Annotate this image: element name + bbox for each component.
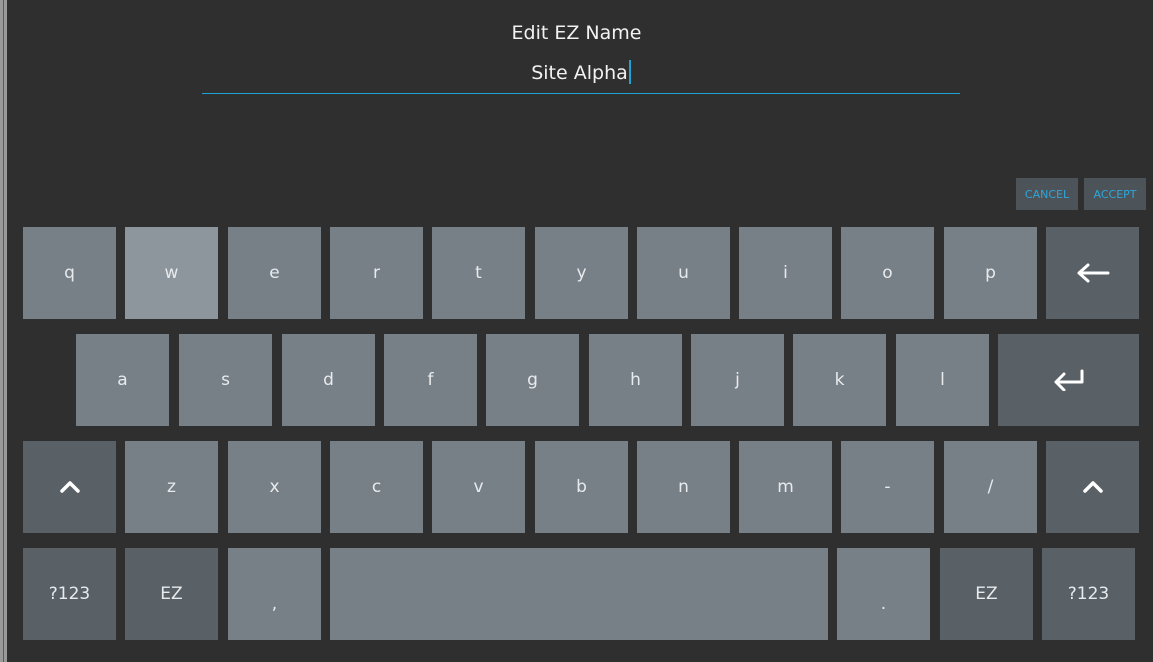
key-label: l: [940, 370, 945, 390]
key-label: s: [221, 370, 230, 390]
key-label: o: [882, 263, 893, 283]
key-label: .: [880, 594, 887, 614]
ez-key-left[interactable]: EZ: [125, 548, 218, 640]
key-label: e: [269, 263, 280, 283]
key-a[interactable]: a: [76, 334, 169, 426]
key-label: k: [834, 370, 845, 390]
text-caret: [628, 60, 631, 84]
key-label: v: [473, 477, 484, 497]
ez-key-right[interactable]: EZ: [940, 548, 1033, 640]
key-label: g: [527, 370, 538, 390]
shift-key-left[interactable]: [23, 441, 116, 533]
key-l[interactable]: l: [896, 334, 989, 426]
name-input-value: Site Alpha: [531, 62, 628, 84]
symbols-key-right[interactable]: ?123: [1042, 548, 1135, 640]
key-label: t: [475, 263, 482, 283]
key-label: n: [678, 477, 689, 497]
backspace-key[interactable]: [1046, 227, 1139, 319]
key-e[interactable]: e: [228, 227, 321, 319]
key-label: a: [117, 370, 128, 390]
key-n[interactable]: n: [637, 441, 730, 533]
key-label: r: [373, 263, 380, 283]
key-i[interactable]: i: [739, 227, 832, 319]
key-label: ,: [271, 594, 278, 614]
key-d[interactable]: d: [282, 334, 375, 426]
key-m[interactable]: m: [739, 441, 832, 533]
key-label: d: [323, 370, 334, 390]
shift-chevron-up-icon: [59, 480, 81, 494]
name-input-field[interactable]: Site Alpha: [202, 55, 960, 94]
key-label: j: [735, 370, 740, 390]
key-label: c: [371, 477, 382, 497]
key-label: q: [64, 263, 75, 283]
accept-button[interactable]: ACCEPT: [1084, 178, 1146, 210]
key-t[interactable]: t: [432, 227, 525, 319]
key-label: EZ: [975, 584, 998, 604]
key-j[interactable]: j: [691, 334, 784, 426]
spacebar[interactable]: [330, 548, 828, 640]
key-x[interactable]: x: [228, 441, 321, 533]
key-q[interactable]: q: [23, 227, 116, 319]
key-label: EZ: [160, 584, 183, 604]
key-b[interactable]: b: [535, 441, 628, 533]
key-o[interactable]: o: [841, 227, 934, 319]
key-u[interactable]: u: [637, 227, 730, 319]
shift-chevron-up-icon: [1082, 480, 1104, 494]
key-label: p: [985, 263, 996, 283]
key-f[interactable]: f: [384, 334, 477, 426]
key-c[interactable]: c: [330, 441, 423, 533]
key-p[interactable]: p: [944, 227, 1037, 319]
key-label: /: [987, 477, 994, 497]
key-k[interactable]: k: [793, 334, 886, 426]
shift-key-right[interactable]: [1046, 441, 1139, 533]
dialog-title: Edit EZ Name: [511, 22, 642, 44]
key-comma[interactable]: ,: [228, 548, 321, 640]
key-hyphen[interactable]: -: [841, 441, 934, 533]
key-label: f: [427, 370, 434, 390]
key-s[interactable]: s: [179, 334, 272, 426]
key-v[interactable]: v: [432, 441, 525, 533]
key-label: u: [678, 263, 689, 283]
enter-key[interactable]: [998, 334, 1139, 426]
key-label: m: [777, 477, 794, 497]
key-label: z: [167, 477, 176, 497]
key-period[interactable]: .: [837, 548, 930, 640]
key-label: b: [576, 477, 587, 497]
key-h[interactable]: h: [589, 334, 682, 426]
key-g[interactable]: g: [486, 334, 579, 426]
backspace-arrow-icon: [1076, 263, 1110, 283]
key-label: h: [630, 370, 641, 390]
key-y[interactable]: y: [535, 227, 628, 319]
key-label: -: [884, 477, 891, 497]
key-label: w: [164, 263, 179, 283]
window-edge: [0, 0, 7, 662]
key-label: y: [576, 263, 587, 283]
key-slash[interactable]: /: [944, 441, 1037, 533]
key-label: ?123: [48, 584, 91, 604]
key-label: i: [783, 263, 788, 283]
key-label: ?123: [1067, 584, 1110, 604]
key-z[interactable]: z: [125, 441, 218, 533]
key-w[interactable]: w: [125, 227, 218, 319]
symbols-key-left[interactable]: ?123: [23, 548, 116, 640]
key-label: x: [269, 477, 280, 497]
cancel-button[interactable]: CANCEL: [1016, 178, 1078, 210]
key-r[interactable]: r: [330, 227, 423, 319]
enter-return-icon: [1052, 369, 1086, 391]
